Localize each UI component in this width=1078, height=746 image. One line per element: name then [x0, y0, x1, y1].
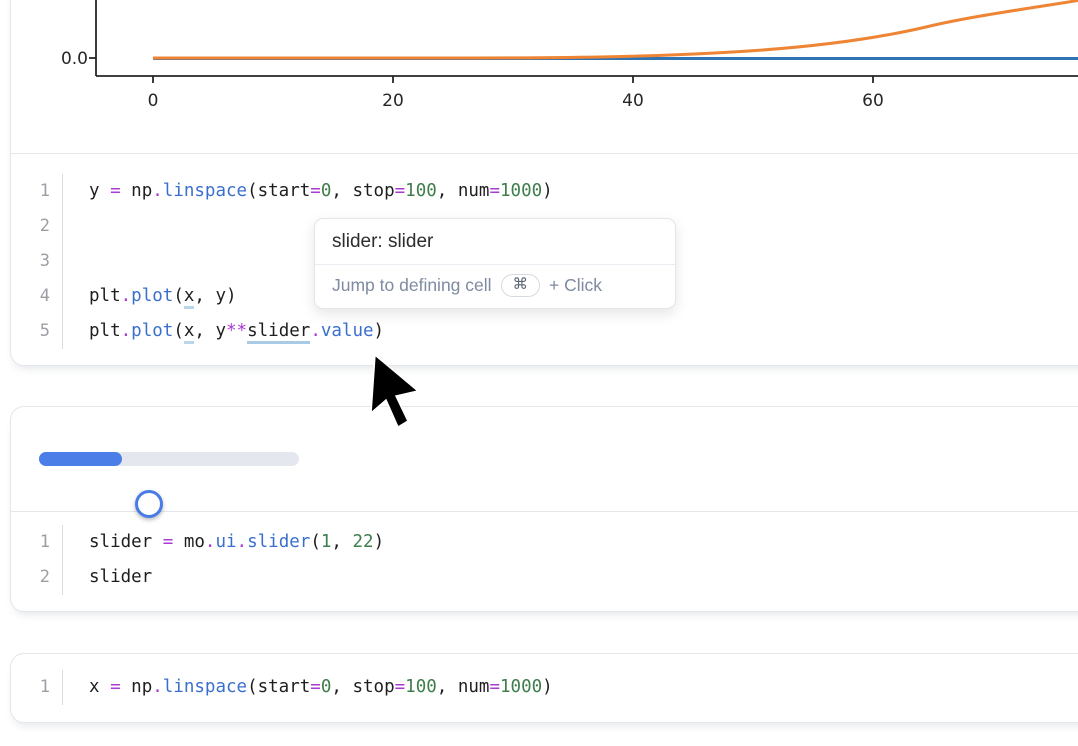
code-line[interactable]: 1 y = np.linspace(start=0, stop=100, num…	[11, 174, 1078, 209]
variable-tooltip: slider: slider Jump to defining cell ⌘ +…	[314, 218, 676, 309]
code-text[interactable]	[63, 244, 89, 279]
y-tick-label: 0.0	[61, 49, 88, 69]
x-tick-label-60: 60	[862, 91, 884, 111]
slider-handle[interactable]	[135, 490, 163, 518]
code-text[interactable]: slider = mo.ui.slider(1, 22)	[63, 525, 384, 560]
command-key-badge: ⌘	[501, 274, 541, 297]
code-line[interactable]: 5 plt.plot(x, y**slider.value)	[11, 314, 1078, 349]
line-number: 5	[11, 314, 63, 349]
code-text[interactable]: plt.plot(x, y**slider.value)	[63, 314, 384, 349]
line-number: 2	[11, 560, 63, 595]
code-text[interactable]: x = np.linspace(start=0, stop=100, num=1…	[63, 670, 553, 705]
code-editor[interactable]: 1 x = np.linspace(start=0, stop=100, num…	[11, 654, 1078, 724]
slider-fill	[39, 452, 122, 466]
code-text[interactable]	[63, 209, 89, 244]
code-line[interactable]: 1 slider = mo.ui.slider(1, 22)	[11, 525, 1078, 560]
notebook-cell-plot: 0.0 0 20 40 60 1 y = np.linspace(start=0…	[10, 0, 1078, 366]
tooltip-action-text: Jump to defining cell	[332, 275, 492, 296]
code-line[interactable]: 1 x = np.linspace(start=0, stop=100, num…	[11, 670, 1078, 705]
plot-output: 0.0 0 20 40 60	[11, 0, 1078, 153]
slider-track[interactable]	[39, 452, 299, 466]
x-tick-label-20: 20	[382, 91, 404, 111]
mouse-cursor	[366, 350, 430, 442]
cursor-arrow-icon	[371, 355, 418, 427]
notebook-cell-slider: 1 slider = mo.ui.slider(1, 22) 2 slider	[10, 406, 1078, 612]
slider-output	[11, 407, 1078, 511]
code-text[interactable]: slider	[63, 560, 152, 595]
notebook-cell-x: 1 x = np.linspace(start=0, stop=100, num…	[10, 653, 1078, 723]
line-number: 2	[11, 209, 63, 244]
code-text[interactable]: y = np.linspace(start=0, stop=100, num=1…	[63, 174, 553, 209]
plot-line-orange	[153, 0, 1078, 58]
code-editor[interactable]: 1 slider = mo.ui.slider(1, 22) 2 slider	[11, 511, 1078, 612]
tooltip-action-row: Jump to defining cell ⌘ + Click	[315, 265, 675, 308]
matplotlib-plot: 0.0 0 20 40 60	[11, 0, 1078, 153]
line-number: 4	[11, 279, 63, 314]
x-tick-label-40: 40	[622, 91, 644, 111]
line-number: 1	[11, 525, 63, 560]
line-number: 1	[11, 174, 63, 209]
x-tick-label-0: 0	[148, 91, 159, 111]
line-number: 1	[11, 670, 63, 705]
line-number: 3	[11, 244, 63, 279]
tooltip-suffix-text: + Click	[549, 275, 602, 296]
code-text[interactable]: plt.plot(x, y)	[63, 279, 237, 314]
tooltip-title: slider: slider	[315, 219, 675, 264]
code-line[interactable]: 2 slider	[11, 560, 1078, 595]
